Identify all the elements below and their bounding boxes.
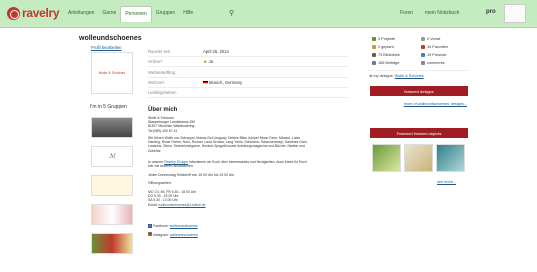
finished-object-thumbnail[interactable] bbox=[404, 144, 433, 172]
instagram-link[interactable]: wolleundschoenes bbox=[170, 233, 198, 237]
germany-flag-icon bbox=[203, 81, 208, 85]
stat-label: 73 Bibliothek bbox=[378, 53, 400, 57]
info-row-raveler-since: Raveler seit April 25, 2014 bbox=[148, 47, 348, 57]
stat-icon bbox=[372, 53, 376, 57]
info-value: Ja bbox=[208, 59, 214, 64]
about-title: Über mich bbox=[148, 107, 178, 113]
stat-item[interactable]: 34 Favoriten bbox=[421, 45, 448, 49]
finished-objects-header: Featured finished objects bbox=[370, 128, 468, 138]
forum-link[interactable]: Foren bbox=[400, 10, 413, 16]
about-groups-text: In unserer Ravelry-Gruppe informieren wi… bbox=[148, 160, 307, 169]
about-stricktreff: Jeden Donnerstag Stricktreff von 15.00 U… bbox=[148, 173, 235, 177]
about-facebook: f Facebook: wolleundschoenes bbox=[148, 224, 308, 228]
info-label: Raveler seit bbox=[148, 49, 171, 54]
stat-label: comments bbox=[427, 61, 445, 65]
user-avatar[interactable] bbox=[504, 4, 526, 23]
facebook-icon: f bbox=[148, 224, 152, 228]
groups-title: I'm in 5 Gruppen bbox=[90, 104, 127, 110]
stat-icon bbox=[372, 37, 376, 41]
divider bbox=[368, 70, 468, 71]
info-label: Online? bbox=[148, 59, 163, 64]
stat-label: 2 geplant bbox=[378, 45, 394, 49]
tab-gruppen[interactable]: Gruppen bbox=[152, 6, 179, 22]
info-row-online: Online? ☻ Ja bbox=[148, 57, 348, 67]
finished-object-thumbnail[interactable] bbox=[436, 144, 465, 172]
info-row-website: Webseite/Blog bbox=[148, 68, 348, 78]
instagram-icon bbox=[148, 232, 152, 236]
top-navigation: ravelry Anleitungen Garne Personen Grupp… bbox=[0, 0, 537, 28]
info-row-location: Wohnort Munich, Germany bbox=[148, 78, 348, 88]
about-address: Wolle & Schönes Wasserburger Landstrasse… bbox=[148, 116, 308, 133]
email-label: Email: bbox=[148, 202, 158, 207]
info-label: Lieblingsfarben bbox=[148, 90, 177, 95]
stat-icon bbox=[421, 61, 425, 65]
tab-personen[interactable]: Personen bbox=[120, 6, 152, 22]
online-icon: ☻ bbox=[203, 59, 208, 64]
stat-label: 19 Freunde bbox=[427, 53, 447, 57]
info-label: Webseite/Blog bbox=[148, 70, 175, 75]
more-designs-link[interactable]: more of wolleundschoenes' designs... bbox=[387, 102, 467, 106]
group-thumbnail[interactable]: ℳ bbox=[91, 146, 133, 167]
stat-item[interactable]: 2 geplant bbox=[372, 45, 394, 49]
finished-object-thumbnail[interactable] bbox=[372, 144, 401, 172]
nav-tabs: Anleitungen Garne Personen Gruppen Hilfe bbox=[64, 6, 197, 22]
info-label: Wohnort bbox=[148, 80, 164, 85]
search-icon[interactable]: ⚲ bbox=[229, 9, 234, 17]
notebook-link[interactable]: mein Notizbuch bbox=[425, 10, 459, 16]
stat-label: 3 Projekte bbox=[378, 37, 396, 41]
stat-item[interactable]: 73 Bibliothek bbox=[372, 53, 400, 57]
facebook-link[interactable]: wolleundschoenes bbox=[170, 224, 198, 228]
about-hours: MO, DI, MI, FR 9.30 - 18.00 Uhr DO 9.30 … bbox=[148, 190, 308, 207]
address-line: Tel (089) 430 87 44 bbox=[148, 128, 178, 133]
my-designs-label: my designs: bbox=[373, 74, 394, 78]
stat-icon bbox=[421, 37, 425, 41]
stat-item[interactable]: comments bbox=[421, 61, 445, 65]
profile-picture[interactable]: Wolle & Schönes bbox=[91, 52, 133, 94]
featured-designs-header: featured designs bbox=[370, 86, 468, 96]
stat-label: 0 Vorrat bbox=[427, 37, 441, 41]
info-value: Munich, Germany bbox=[209, 80, 243, 85]
stat-label: 155 Beiträge bbox=[378, 61, 400, 65]
stat-icon bbox=[421, 45, 425, 49]
profile-username: wolleundschoenes bbox=[79, 35, 142, 42]
stat-label: 34 Favoriten bbox=[427, 45, 449, 49]
stat-icon bbox=[421, 53, 425, 57]
tab-hilfe[interactable]: Hilfe bbox=[179, 6, 197, 22]
stat-icon bbox=[372, 45, 376, 49]
group-thumbnail[interactable] bbox=[91, 175, 133, 196]
about-intro: Wir führen Wolle von Schoppel, Manos Del… bbox=[148, 136, 308, 153]
stat-item[interactable]: 0 Vorrat bbox=[421, 37, 440, 41]
stat-icon bbox=[372, 61, 376, 65]
edit-profile-link[interactable]: Profil bearbeiten bbox=[91, 45, 122, 50]
about-hours-title: Öffnungszeiten: bbox=[148, 181, 172, 185]
script-logo-icon: ℳ bbox=[108, 153, 116, 160]
profile-picture-text: Wolle & Schönes bbox=[98, 71, 126, 75]
info-value: April 25, 2014 bbox=[203, 49, 229, 54]
my-designs: ◉ my designs: Wolle & Schönes bbox=[369, 73, 424, 78]
info-row-favorite-colors: Lieblingsfarben bbox=[148, 88, 348, 98]
designer-icon: ◉ bbox=[369, 74, 373, 78]
see-more-link[interactable]: see more... bbox=[437, 180, 456, 184]
email-link[interactable]: wolleundschoenes@t-online.de bbox=[158, 203, 205, 207]
stat-item[interactable]: 155 Beiträge bbox=[372, 61, 400, 65]
group-thumbnail[interactable] bbox=[91, 233, 133, 254]
facebook-label: Facebook: bbox=[152, 224, 169, 228]
group-thumbnail[interactable] bbox=[91, 204, 133, 225]
brand-name: ravelry bbox=[22, 6, 60, 20]
tab-garne[interactable]: Garne bbox=[98, 6, 120, 22]
yarn-ball-icon bbox=[7, 6, 20, 20]
group-thumbnail[interactable] bbox=[91, 117, 133, 138]
stat-item[interactable]: 19 Freunde bbox=[421, 53, 446, 57]
my-designs-link[interactable]: Wolle & Schönes bbox=[395, 74, 424, 78]
about-instagram: Instagram: wolleundschoenes bbox=[148, 232, 308, 237]
stat-item[interactable]: 3 Projekte bbox=[372, 37, 395, 41]
pro-link[interactable]: pro bbox=[486, 9, 496, 15]
tab-anleitungen[interactable]: Anleitungen bbox=[64, 6, 98, 22]
instagram-label: Instagram: bbox=[152, 233, 169, 237]
ravelry-logo[interactable]: ravelry bbox=[7, 6, 60, 20]
